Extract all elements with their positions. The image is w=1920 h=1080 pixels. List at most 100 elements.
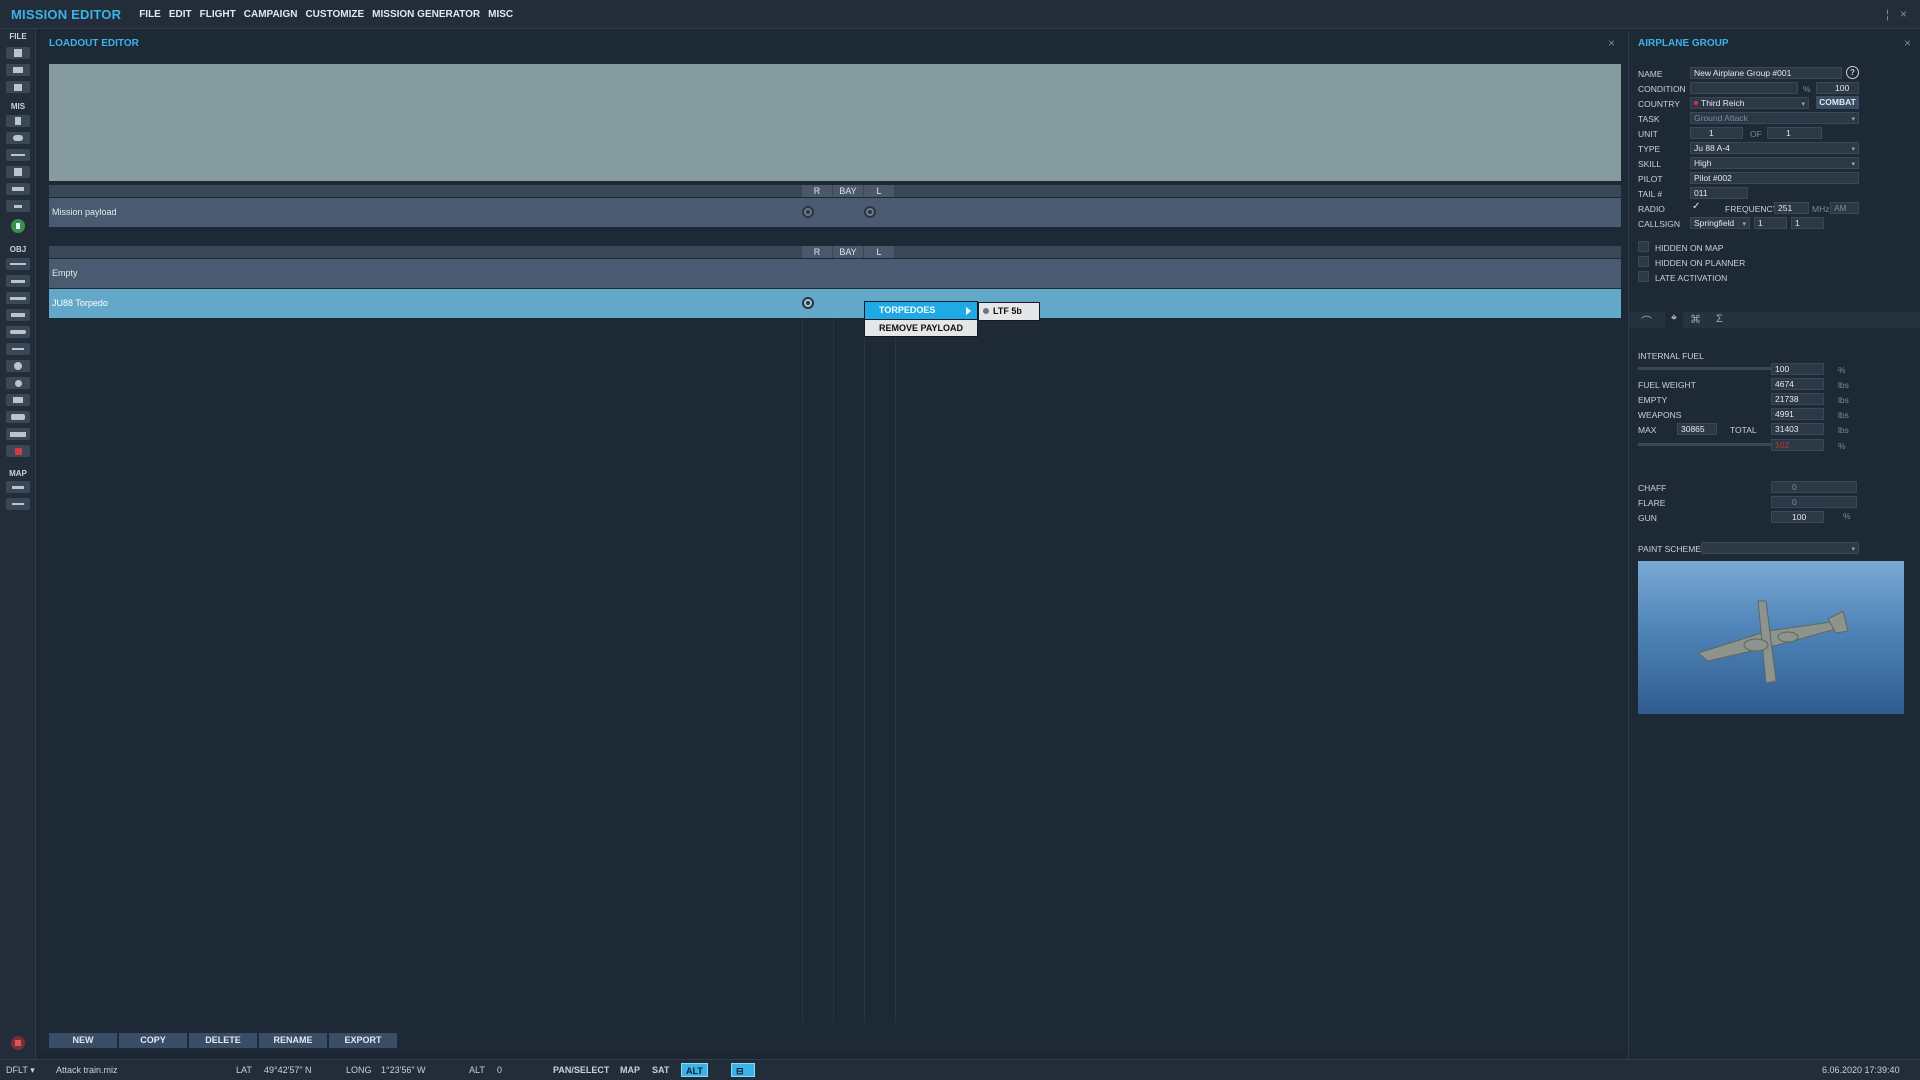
fuel-weight-field[interactable]: 4674 [1771,378,1824,390]
paint-scheme-select[interactable]: ▾ [1701,542,1859,554]
mission-payload-row[interactable]: Mission payload [49,198,1621,227]
aircraft-thumbnail [1638,561,1904,714]
static-object-icon[interactable] [6,343,30,355]
menu-mission-generator[interactable]: MISSION GENERATOR [372,9,480,20]
tab-sum-icon[interactable]: Σ [1716,313,1723,325]
unit-field[interactable]: 1 [1690,127,1743,139]
list-item[interactable]: JU88 Torpedo [49,289,1621,318]
menu-item-torpedoes[interactable]: TORPEDOES [865,302,977,319]
export-button[interactable]: EXPORT [329,1033,397,1048]
tab-payload-icon[interactable]: ⌖ [1665,312,1683,328]
new-mission-icon[interactable] [6,47,30,59]
menu-item-label: TORPEDOES [879,305,936,315]
status-bar: DFLT ▾ Attack train.miz LAT 49°42'57" N … [0,1059,1920,1080]
helicopter-icon[interactable] [6,275,30,287]
shapes-icon[interactable] [6,428,30,440]
alt-view-button[interactable]: ALT [681,1063,708,1077]
combat-button[interactable]: COMBAT [1816,96,1859,109]
save-icon[interactable] [6,81,30,93]
target-icon[interactable] [6,360,30,372]
delete-button[interactable]: DELETE [189,1033,257,1048]
group-icon[interactable] [6,326,30,338]
triggers-icon[interactable] [6,166,30,178]
open-folder-icon[interactable] [6,64,30,76]
internal-fuel-slider[interactable] [1638,363,1783,373]
pylon-l-icon[interactable] [864,206,876,218]
menu-item-ltf-5b[interactable]: LTF 5b [979,303,1039,320]
radio-check-icon[interactable]: ✓ [1692,201,1700,212]
ship-icon[interactable] [6,292,30,304]
tab-route-icon[interactable]: ⌒ [1641,313,1652,329]
zone-circle-icon[interactable] [6,377,30,389]
menu-flight[interactable]: FLIGHT [200,9,236,20]
pilot-field[interactable]: Pilot #002 [1690,172,1859,184]
callsign-number-1[interactable]: 1 [1754,217,1787,229]
fly-mission-icon[interactable] [11,219,25,233]
frequency-field[interactable]: 251 [1774,202,1809,214]
map-view-button[interactable]: MAP [616,1063,644,1077]
tail-field[interactable]: 011 [1690,187,1748,199]
pylon-r-icon[interactable] [802,297,814,309]
gun-field[interactable]: 100 [1771,511,1824,523]
close-icon[interactable]: × [1608,36,1627,50]
condition-field[interactable]: 100 [1816,82,1859,94]
menu-misc[interactable]: MISC [488,9,513,20]
pylon-r-icon[interactable] [802,206,814,218]
briefing-icon[interactable] [6,115,30,127]
menu-item-remove-payload[interactable]: REMOVE PAYLOAD [865,319,977,336]
alt-value: 0 [497,1065,503,1075]
of-field[interactable]: 1 [1767,127,1822,139]
close-window-icon[interactable]: × [1900,7,1907,21]
vehicle-icon[interactable] [6,309,30,321]
gun-unit: % [1843,511,1851,521]
skill-select[interactable]: High ▾ [1690,157,1859,169]
hidden-on-planner-checkbox[interactable] [1638,256,1649,267]
template-icon[interactable] [6,411,30,423]
airfield-icon[interactable] [6,394,30,406]
copy-button[interactable]: COPY [119,1033,187,1048]
country-select[interactable]: Third Reich ▾ [1690,97,1809,109]
resources-icon[interactable] [6,183,30,195]
column-divider [895,318,896,1023]
empty-weight-unit: lbs [1838,395,1849,405]
delete-object-icon[interactable] [6,445,30,457]
check-icon[interactable] [6,200,30,212]
toolbar-file-label: FILE [9,32,27,41]
profile-select[interactable]: DFLT ▾ [6,1065,35,1076]
close-icon[interactable]: × [1904,36,1911,50]
stop-icon[interactable] [11,1036,25,1050]
modulation-select[interactable]: AM [1830,202,1859,214]
condition-slider[interactable] [1690,82,1798,94]
layers-icon[interactable]: ⊟ [731,1063,755,1077]
callsign-number-2[interactable]: 1 [1791,217,1824,229]
ruler-icon[interactable] [6,498,30,510]
internal-fuel-field[interactable]: 100 [1771,363,1824,375]
callsign-select[interactable]: Springfield ▾ [1690,217,1750,229]
menu-campaign[interactable]: CAMPAIGN [244,9,298,20]
menu-customize[interactable]: CUSTOMIZE [305,9,364,20]
rename-button[interactable]: RENAME [259,1033,327,1048]
left-toolbar: FILE MIS OBJ MAP [0,29,36,1059]
list-item[interactable]: Empty [49,259,1621,288]
chaff-field[interactable]: 0 [1771,481,1857,493]
condition-label: CONDITION [1638,84,1686,94]
menu-file[interactable]: FILE [139,9,161,20]
weather-icon[interactable] [6,132,30,144]
late-activation-checkbox[interactable] [1638,271,1649,282]
country-label: COUNTRY [1638,99,1680,109]
task-select[interactable]: Ground Attack ▾ [1690,112,1859,124]
condition-unit: % [1803,84,1811,94]
hidden-on-map-checkbox[interactable] [1638,241,1649,252]
sat-view-button[interactable]: SAT [648,1063,673,1077]
airplane-icon[interactable] [6,258,30,270]
flare-field[interactable]: 0 [1771,496,1857,508]
type-select[interactable]: Ju 88 A-4 ▾ [1690,142,1859,154]
map-key-icon[interactable] [6,481,30,493]
help-icon[interactable]: ? [1846,66,1859,79]
trigger-zone-icon[interactable] [6,149,30,161]
name-field[interactable]: New Airplane Group #001 [1690,67,1842,79]
pan-select-button[interactable]: PAN/SELECT [549,1063,613,1077]
menu-edit[interactable]: EDIT [169,9,192,20]
new-button[interactable]: NEW [49,1033,117,1048]
tab-summary-icon[interactable]: ⌘ [1690,313,1701,326]
